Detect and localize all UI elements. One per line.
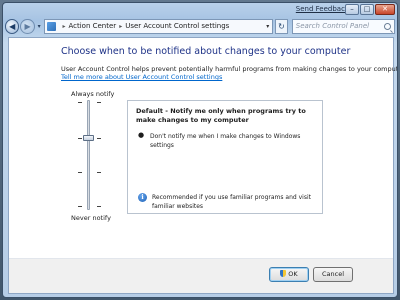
page-description: User Account Control helps prevent poten… <box>61 65 398 73</box>
recommendation-text: Recommended if you use familiar programs… <box>152 194 311 210</box>
close-button[interactable]: ✕ <box>375 4 395 15</box>
slider-tick <box>78 102 82 103</box>
window-controls: – □ ✕ <box>345 4 395 15</box>
uac-shield-icon <box>280 270 287 277</box>
notify-level-slider-track[interactable] <box>87 100 90 210</box>
back-button[interactable]: ◀ <box>5 18 20 34</box>
navigation-bar: ◀ ▶ ▾ ▸ Action Center ▸ User Account Con… <box>5 17 396 35</box>
ok-button[interactable]: OK <box>269 267 309 282</box>
slider-tick <box>97 172 101 173</box>
recent-pages-dropdown[interactable]: ▾ <box>36 23 43 30</box>
main-content: Choose when to be notified about changes… <box>8 37 397 294</box>
breadcrumb-separator-icon: ▸ <box>62 22 66 30</box>
address-bar[interactable]: ▸ Action Center ▸ User Account Control s… <box>44 18 274 34</box>
dialog-footer: OK Cancel <box>9 259 393 293</box>
setting-title: Default - Notify me only when programs t… <box>136 107 306 124</box>
maximize-button[interactable]: □ <box>360 4 374 15</box>
control-panel-window: Send Feedback – □ ✕ ◀ ▶ ▾ ▸ Action Cente… <box>2 2 398 298</box>
slider-tick <box>97 138 101 139</box>
notify-level-slider-thumb[interactable] <box>83 135 94 141</box>
slider-tick <box>78 138 82 139</box>
breadcrumb-uac-settings[interactable]: User Account Control settings <box>125 22 229 30</box>
slider-tick <box>97 102 101 103</box>
slider-bottom-label: Never notify <box>71 214 111 222</box>
info-icon: i <box>138 193 147 202</box>
minimize-button[interactable]: – <box>345 4 359 15</box>
slider-tick <box>97 206 101 207</box>
control-panel-icon <box>47 21 57 31</box>
breadcrumb-action-center[interactable]: Action Center <box>68 22 116 30</box>
learn-more-link[interactable]: Tell me more about User Account Control … <box>61 73 222 81</box>
setting-description-panel: Default - Notify me only when programs t… <box>127 100 323 214</box>
cancel-button[interactable]: Cancel <box>313 267 353 282</box>
slider-top-label: Always notify <box>71 90 115 98</box>
search-placeholder: Search Control Panel <box>295 22 370 30</box>
search-icon[interactable] <box>384 22 392 30</box>
send-feedback-link[interactable]: Send Feedback <box>296 5 349 13</box>
bullet-icon: ● <box>138 131 145 139</box>
setting-detail: Don't notify me when I make changes to W… <box>150 133 301 149</box>
forward-button[interactable]: ▶ <box>20 18 35 34</box>
ok-label: OK <box>288 270 298 278</box>
search-input[interactable]: Search Control Panel <box>291 18 396 34</box>
slider-tick <box>78 172 82 173</box>
page-title: Choose when to be notified about changes… <box>61 46 351 57</box>
refresh-button[interactable]: ↻ <box>275 18 288 34</box>
breadcrumb-separator-icon: ▸ <box>119 22 123 30</box>
slider-tick <box>78 206 82 207</box>
address-dropdown-icon[interactable]: ▾ <box>263 23 272 30</box>
